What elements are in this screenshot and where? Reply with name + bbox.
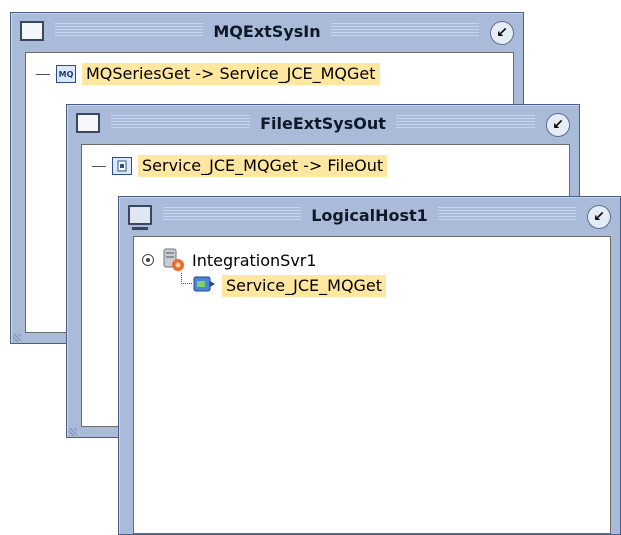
tree-expand-handle[interactable]: [142, 254, 154, 266]
service-label: Service_JCE_MQGet: [222, 275, 387, 297]
tree-connector: [92, 165, 106, 167]
tree-item-service[interactable]: Service_JCE_MQGet: [192, 273, 387, 299]
tree-item-file-out[interactable]: Service_JCE_MQGet -> FileOut: [92, 155, 388, 177]
server-label: IntegrationSvr1: [192, 250, 317, 270]
resize-grip[interactable]: [69, 428, 77, 436]
tree-item-integration-server[interactable]: IntegrationSvr1: [142, 247, 317, 273]
service-icon: [192, 273, 216, 299]
tree-item-mq-series-get[interactable]: MQ MQSeriesGet -> Service_JCE_MQGet: [36, 63, 380, 85]
mq-window-title: MQExtSysIn: [203, 21, 331, 41]
integration-server-icon: [160, 247, 186, 273]
file-window-title: FileExtSysOut: [250, 113, 396, 133]
file-icon: [112, 157, 132, 175]
window-icon: [76, 113, 100, 133]
restore-icon[interactable]: ↙: [490, 21, 514, 45]
mq-window-titlebar[interactable]: MQExtSysIn: [11, 13, 523, 49]
tree-item-label: Service_JCE_MQGet -> FileOut: [138, 155, 388, 177]
tree-connector: [181, 273, 192, 284]
restore-icon[interactable]: ↙: [587, 205, 611, 229]
tree-connector: [36, 73, 50, 75]
window-icon: [20, 21, 44, 41]
restore-icon[interactable]: ↙: [546, 113, 570, 137]
file-window-titlebar[interactable]: FileExtSysOut: [67, 105, 579, 141]
mq-series-icon: MQ: [56, 65, 76, 83]
logical-host-window[interactable]: LogicalHost1 ↙ IntegrationSvr1 Service_J…: [118, 196, 621, 535]
host-window-titlebar[interactable]: LogicalHost1: [119, 197, 620, 233]
host-window-content: IntegrationSvr1 Service_JCE_MQGet: [133, 236, 611, 534]
host-window-title: LogicalHost1: [301, 205, 438, 225]
computer-icon: [128, 205, 152, 230]
tree-item-label: MQSeriesGet -> Service_JCE_MQGet: [82, 63, 380, 85]
resize-grip[interactable]: [13, 334, 21, 342]
